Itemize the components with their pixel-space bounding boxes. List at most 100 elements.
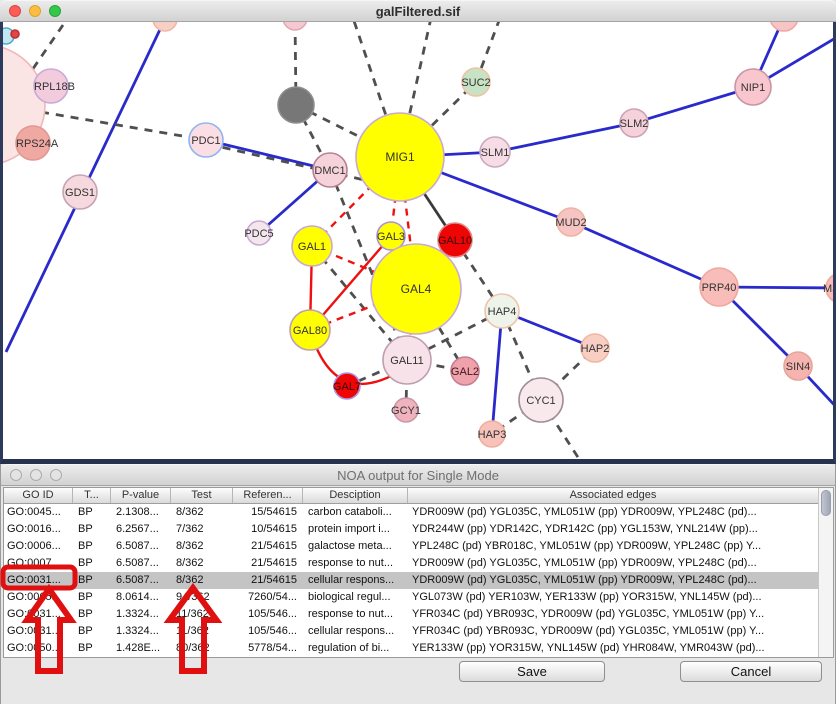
table-row[interactable]: GO:0031...BP1.3324...11/362105/546...cel… [4, 623, 818, 640]
cell-test: 8/362 [171, 555, 233, 572]
cell-test: 8/362 [171, 538, 233, 555]
node-label-GAL7: GAL7 [333, 381, 361, 393]
table-row[interactable]: GO:0006...BP6.5087...8/36221/54615galact… [4, 538, 818, 555]
cell-test: 8/362 [171, 572, 233, 589]
node[interactable] [11, 30, 19, 38]
edge-blue[interactable] [492, 311, 502, 434]
node-label-MIG1: MIG1 [385, 150, 415, 164]
edge-grayd[interactable] [41, 112, 206, 140]
cell-type: BP [73, 555, 111, 572]
node-label-GAL1: GAL1 [298, 241, 326, 253]
cell-type: BP [73, 589, 111, 606]
table-row[interactable]: GO:0045...BP2.1308...8/36215/54615carbon… [4, 504, 818, 521]
cell-go-id: GO:0016... [4, 521, 73, 538]
cell-edges: YFR034C (pd) YBR093C, YDR009W (pd) YGL03… [408, 623, 818, 640]
table-body: GO:0045...BP2.1308...8/36215/54615carbon… [4, 504, 818, 657]
cell-p-value: 1.428E... [111, 640, 171, 657]
table-row[interactable]: GO:0007...BP6.5087...8/36221/54615respon… [4, 555, 818, 572]
close-button[interactable] [10, 469, 22, 481]
column-header-go-id[interactable]: GO ID [4, 488, 73, 503]
cell-type: BP [73, 640, 111, 657]
table-row[interactable]: GO:0031...BP6.5087...8/36221/54615cellul… [4, 572, 818, 589]
node-label-GAL2: GAL2 [451, 366, 479, 378]
column-header-description[interactable]: Desciption [303, 488, 408, 503]
scrollbar-thumb[interactable] [821, 490, 831, 516]
cell-description: protein import i... [303, 521, 408, 538]
node[interactable] [153, 22, 177, 31]
node[interactable] [278, 87, 314, 123]
zoom-button[interactable] [50, 469, 62, 481]
cell-type: BP [73, 572, 111, 589]
column-header-p-value[interactable]: P-value [111, 488, 171, 503]
column-header-test[interactable]: Test [171, 488, 233, 503]
vertical-scrollbar[interactable] [818, 488, 833, 657]
network-window: galFiltered.sif RPL18BRPS24AGDS1PDC1DMC1… [0, 0, 836, 464]
table-row[interactable]: GO:0031...BP1.3324...11/362105/546...res… [4, 606, 818, 623]
cell-description: cellular respons... [303, 572, 408, 589]
noa-output-window: NOA output for Single Mode GO IDT...P-va… [0, 464, 836, 704]
cell-test: 11/362 [171, 623, 233, 640]
cell-description: galactose meta... [303, 538, 408, 555]
cancel-button[interactable]: Cancel [680, 661, 822, 682]
cell-edges: YGL073W (pd) YER103W, YER133W (pp) YOR31… [408, 589, 818, 606]
node-label-GAL11: GAL11 [390, 355, 423, 367]
edge-blue[interactable] [206, 140, 330, 170]
node[interactable] [770, 22, 798, 31]
cell-edges: YDR244W (pp) YDR142C, YDR142C (pp) YGL15… [408, 521, 818, 538]
cell-reference: 105/546... [233, 623, 303, 640]
cell-p-value: 6.5087... [111, 555, 171, 572]
table-row[interactable]: GO:0050...BP1.428E...80/3625778/54...reg… [4, 640, 818, 657]
node-label-MSI: MSI [823, 283, 833, 295]
node-label-SLM1: SLM1 [481, 147, 510, 159]
column-header-type[interactable]: T... [73, 488, 111, 503]
cell-edges: YDR009W (pd) YGL035C, YML051W (pp) YDR00… [408, 555, 818, 572]
window-controls [10, 465, 62, 485]
network-canvas[interactable]: RPL18BRPS24AGDS1PDC1DMC1MIG1SLM1SLM2NIP1… [0, 22, 836, 464]
node-label-MUD2: MUD2 [555, 217, 586, 229]
cell-go-id: GO:0031... [4, 572, 73, 589]
column-header-edges[interactable]: Associated edges [408, 488, 818, 503]
cell-description: biological regul... [303, 589, 408, 606]
column-header-reference[interactable]: Referen... [233, 488, 303, 503]
cell-reference: 5778/54... [233, 640, 303, 657]
minimize-button[interactable] [30, 469, 42, 481]
cell-test: 94/362 [171, 589, 233, 606]
edge-blue[interactable] [495, 123, 634, 152]
save-button[interactable]: Save [459, 661, 605, 682]
table-row[interactable]: GO:0016...BP6.2567...7/36210/54615protei… [4, 521, 818, 538]
node-label-HAP4: HAP4 [488, 306, 517, 318]
cell-go-id: GO:0031... [4, 623, 73, 640]
node[interactable] [283, 22, 307, 30]
cell-p-value: 2.1308... [111, 504, 171, 521]
network-window-titlebar[interactable]: galFiltered.sif [0, 0, 836, 22]
window-controls [9, 1, 61, 21]
cell-edges: YPL248C (pd) YBR018C, YML051W (pp) YDR00… [408, 538, 818, 555]
cell-reference: 7260/54... [233, 589, 303, 606]
node-label-GAL3: GAL3 [377, 231, 405, 243]
noa-window-titlebar[interactable]: NOA output for Single Mode [1, 464, 835, 486]
zoom-button[interactable] [49, 5, 61, 17]
node-label-HAP3: HAP3 [478, 429, 507, 441]
minimize-button[interactable] [29, 5, 41, 17]
cell-test: 7/362 [171, 521, 233, 538]
cell-p-value: 8.0614... [111, 589, 171, 606]
cell-edges: YFR034C (pd) YBR093C, YDR009W (pd) YGL03… [408, 606, 818, 623]
cell-edges: YDR009W (pd) YGL035C, YML051W (pp) YDR00… [408, 572, 818, 589]
cell-p-value: 6.5087... [111, 572, 171, 589]
edge-blue[interactable] [571, 222, 719, 287]
table-row[interactable]: GO:0065...BP8.0614...94/3627260/54...bio… [4, 589, 818, 606]
cell-test: 11/362 [171, 606, 233, 623]
noa-window-title: NOA output for Single Mode [1, 468, 835, 483]
node-label-GAL4: GAL4 [401, 282, 432, 296]
close-button[interactable] [9, 5, 21, 17]
edge-grayd[interactable] [208, 144, 373, 182]
cell-go-id: GO:0065... [4, 589, 73, 606]
cell-description: response to nut... [303, 606, 408, 623]
cell-go-id: GO:0050... [4, 640, 73, 657]
cell-test: 8/362 [171, 504, 233, 521]
cell-go-id: GO:0007... [4, 555, 73, 572]
cell-p-value: 6.5087... [111, 538, 171, 555]
results-table: GO IDT...P-valueTestReferen...Desciption… [3, 487, 834, 658]
cell-go-id: GO:0031... [4, 606, 73, 623]
cell-reference: 21/54615 [233, 572, 303, 589]
